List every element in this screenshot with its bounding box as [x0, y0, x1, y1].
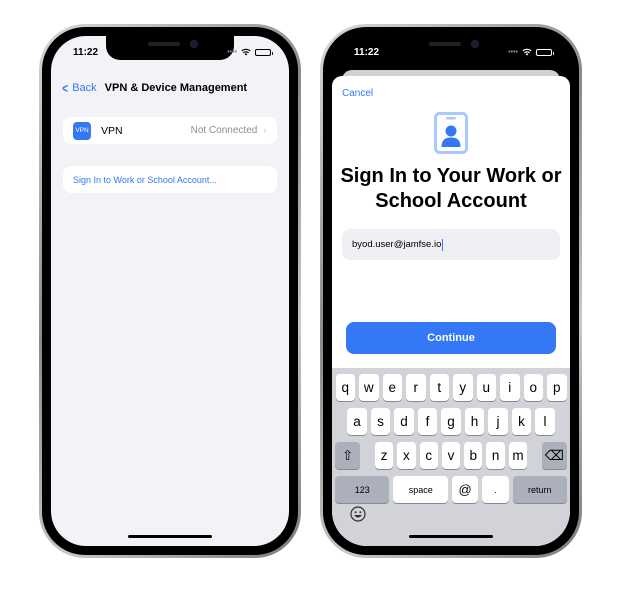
page-title: VPN & Device Management — [104, 82, 248, 94]
text-cursor — [441, 238, 443, 251]
signin-sheet: Cancel Sign In to Your Work or School Ac… — [332, 76, 570, 546]
key-b[interactable]: b — [464, 442, 483, 469]
navigation-bar: < Back VPN & Device Management — [51, 76, 289, 100]
email-value: byod.user@jamfse.io — [352, 239, 442, 250]
key-j[interactable]: j — [488, 408, 508, 435]
at-key[interactable]: @ — [451, 476, 479, 503]
key-a[interactable]: a — [347, 408, 367, 435]
key-c[interactable]: c — [419, 442, 438, 469]
key-n[interactable]: n — [486, 442, 505, 469]
cellular-signal-icon: •••• — [508, 48, 518, 56]
back-label: Back — [72, 82, 97, 94]
key-s[interactable]: s — [370, 408, 391, 435]
signin-row[interactable]: Sign In to Work or School Account... — [63, 166, 277, 193]
key-k[interactable]: k — [511, 408, 532, 435]
space-key[interactable]: space — [393, 476, 448, 503]
delete-icon: ⌫ — [544, 447, 564, 463]
key-o[interactable]: o — [523, 374, 543, 401]
home-indicator[interactable] — [409, 535, 493, 538]
cancel-button[interactable]: Cancel — [342, 88, 373, 99]
settings-screen: 11:22 •••• < Back VPN & Device Managemen… — [51, 36, 289, 546]
key-v[interactable]: v — [441, 442, 461, 469]
key-z[interactable]: z — [374, 442, 394, 469]
emoji-icon[interactable] — [350, 506, 366, 522]
back-button[interactable]: < Back — [61, 80, 97, 96]
cellular-signal-icon: •••• — [227, 48, 237, 56]
battery-icon — [536, 48, 554, 56]
signin-link[interactable]: Sign In to Work or School Account... — [73, 175, 217, 185]
wifi-icon — [522, 48, 532, 56]
numbers-key[interactable]: 123 — [335, 476, 390, 503]
phone-bezel: 11:22 •••• < Back VPN & Device Managemen… — [42, 27, 298, 555]
delete-key[interactable]: ⌫ — [541, 442, 568, 469]
key-f[interactable]: f — [417, 408, 438, 435]
chevron-left-icon: < — [62, 80, 68, 96]
phone-bezel: 11:22 •••• Cancel Sign In to Your Work o… — [323, 27, 579, 555]
right-phone: 11:22 •••• Cancel Sign In to Your Work o… — [320, 24, 582, 558]
key-m[interactable]: m — [508, 442, 528, 469]
vpn-row[interactable]: VPN VPN Not Connected › — [63, 117, 277, 144]
keyboard-row-3: ⇧ z x c v b n m ⌫ — [334, 442, 568, 469]
shift-key[interactable]: ⇧ — [334, 442, 361, 469]
chevron-right-icon: › — [263, 124, 267, 137]
key-g[interactable]: g — [441, 408, 461, 435]
key-t[interactable]: t — [429, 374, 449, 401]
keyboard-row-1: q w e r t y u i o p — [335, 374, 567, 401]
dot-key[interactable]: . — [482, 476, 509, 503]
wifi-icon — [241, 48, 251, 56]
keyboard: q w e r t y u i o p a s d f g h j k l ⇧ … — [332, 368, 570, 546]
return-key[interactable]: return — [512, 476, 567, 503]
continue-button[interactable]: Continue — [346, 322, 556, 354]
key-y[interactable]: y — [453, 374, 473, 401]
vpn-icon: VPN — [73, 121, 91, 140]
key-x[interactable]: x — [397, 442, 416, 469]
battery-icon — [255, 48, 273, 56]
email-field[interactable]: byod.user@jamfse.io — [342, 229, 560, 260]
sheet-title: Sign In to Your Work or School Account — [340, 165, 562, 212]
status-bar: 11:22 •••• — [332, 36, 570, 64]
left-phone: 11:22 •••• < Back VPN & Device Managemen… — [39, 24, 301, 558]
key-r[interactable]: r — [406, 374, 426, 401]
keyboard-row-4: 123 space @ . return — [335, 476, 567, 503]
key-p[interactable]: p — [547, 374, 567, 401]
key-u[interactable]: u — [476, 374, 496, 401]
home-indicator[interactable] — [128, 535, 212, 538]
vpn-status: Not Connected — [190, 125, 258, 136]
key-h[interactable]: h — [464, 408, 485, 435]
person-badge-icon — [434, 112, 468, 154]
key-i[interactable]: i — [500, 374, 520, 401]
key-d[interactable]: d — [394, 408, 414, 435]
status-time: 11:22 — [73, 46, 99, 58]
key-l[interactable]: l — [535, 408, 555, 435]
status-bar: 11:22 •••• — [51, 36, 289, 64]
status-time: 11:22 — [354, 46, 380, 58]
shift-icon: ⇧ — [342, 447, 354, 463]
vpn-label: VPN — [101, 124, 123, 137]
key-w[interactable]: w — [359, 374, 379, 401]
key-e[interactable]: e — [382, 374, 402, 401]
key-q[interactable]: q — [335, 374, 355, 401]
keyboard-row-2: a s d f g h j k l — [335, 408, 567, 435]
signin-screen: 11:22 •••• Cancel Sign In to Your Work o… — [332, 36, 570, 546]
